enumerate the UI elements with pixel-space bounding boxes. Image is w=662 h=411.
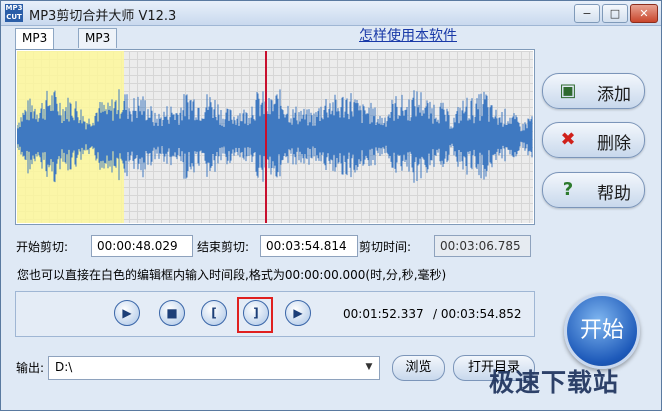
restore-button[interactable]: □	[602, 4, 628, 23]
set-start-button[interactable]: [	[201, 300, 227, 326]
end-time-label: 结束剪切:	[197, 240, 250, 254]
waveform-path	[17, 89, 533, 183]
close-button[interactable]: ✕	[630, 4, 658, 23]
help-link[interactable]: 怎样使用本软件	[359, 25, 457, 45]
waveform	[17, 89, 533, 183]
format-hint: 您也可以直接在白色的编辑框内输入时间段,格式为00:00:00.000(时,分,…	[17, 268, 447, 282]
play-selection-icon: ▶	[293, 306, 303, 320]
play-button[interactable]: ▶	[114, 300, 140, 326]
app-logo-icon: MP3 CUT	[5, 4, 23, 22]
delete-button[interactable]: ✖ 删除	[542, 122, 645, 158]
tab-mp3-merge[interactable]: MP3合并	[78, 28, 118, 64]
stop-button[interactable]: ■	[159, 300, 185, 326]
stop-icon: ■	[166, 306, 178, 320]
current-position: 00:01:52.337	[343, 307, 424, 321]
start-button-label: 开始	[579, 318, 624, 343]
start-time-label: 开始剪切:	[16, 240, 69, 254]
waveform-panel[interactable]	[15, 49, 535, 225]
start-time-input[interactable]: 00:00:48.029	[91, 235, 193, 257]
duration-value: 00:03:06.785	[434, 235, 531, 257]
output-path-value: D:\	[55, 360, 73, 374]
tab-mp3-cut[interactable]: MP3剪切	[15, 28, 55, 64]
duration-label: 剪切时间:	[359, 240, 412, 254]
app-window: MP3CUT MP3剪切合并大师 V12.3 − □ ✕ MP3剪切 MP3合并…	[0, 0, 662, 411]
help-button-label: 帮助	[597, 184, 631, 204]
watermark: 极速下载站	[489, 368, 620, 397]
minimize-button[interactable]: −	[574, 4, 600, 23]
play-selection-button[interactable]: ▶	[285, 300, 311, 326]
red-x-icon: ✖	[560, 129, 576, 150]
delete-button-label: 删除	[597, 134, 631, 154]
browse-button[interactable]: 浏览	[392, 355, 445, 381]
help-question-icon: ?	[562, 179, 574, 200]
start-button[interactable]: 开始	[564, 293, 640, 369]
end-time-input[interactable]: 00:03:54.814	[260, 235, 358, 257]
window-title: MP3剪切合并大师 V12.3	[29, 9, 177, 24]
help-button[interactable]: ? 帮助	[542, 172, 645, 208]
total-duration: / 00:03:54.852	[433, 307, 522, 321]
highlight-box	[237, 297, 273, 333]
output-label: 输出:	[16, 361, 45, 375]
add-button[interactable]: ▣ 添加	[542, 73, 645, 109]
playback-cursor[interactable]	[265, 51, 267, 223]
film-add-icon: ▣	[559, 80, 577, 101]
bracket-left-icon: [	[211, 306, 217, 320]
add-button-label: 添加	[597, 85, 631, 105]
chevron-down-icon[interactable]: ▼	[362, 360, 376, 374]
play-icon: ▶	[122, 306, 132, 320]
title-bar: MP3 CUT MP3剪切合并大师 V12.3 − □ ✕	[1, 1, 661, 26]
output-path-select[interactable]: D:\ ▼	[48, 356, 380, 380]
